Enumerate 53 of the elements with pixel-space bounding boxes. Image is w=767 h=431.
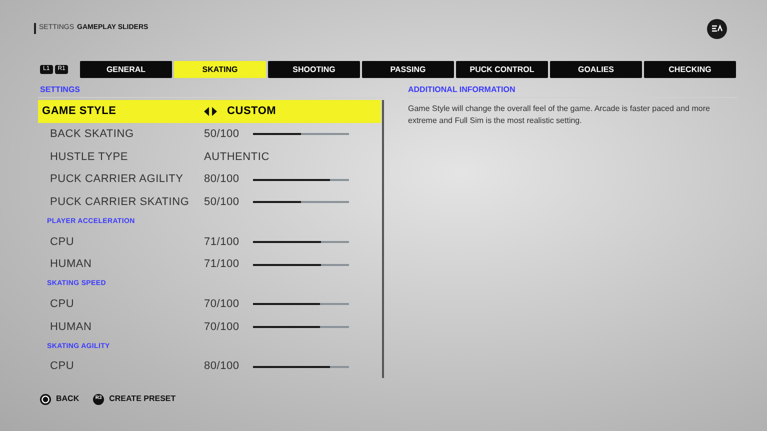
slider-track[interactable] xyxy=(253,240,349,243)
setting-value: 50/100 xyxy=(204,126,240,142)
setting-row[interactable]: CPU 70/100 xyxy=(38,292,381,316)
setting-value: 71/100 xyxy=(204,257,240,272)
setting-value: 70/100 xyxy=(204,297,240,312)
setting-label: CPU xyxy=(50,297,76,312)
setting-row[interactable]: PUCK CARRIER SKATING 50/100 xyxy=(38,191,381,214)
panel-title: SETTINGS xyxy=(40,84,80,96)
setting-label: GAME STYLE xyxy=(42,104,118,120)
footer-action[interactable]: CREATE PRESET xyxy=(109,393,176,405)
setting-value: 70/100 xyxy=(204,320,240,335)
info-text: Game Style will change the overall feel of the game. Arcade is faster paced and more extreme and Full Sim is the most realistic setting. xyxy=(408,103,711,127)
setting-value: 71/100 xyxy=(204,234,240,250)
logo-icon xyxy=(707,18,727,38)
setting-row[interactable]: BACK SKATING 50/100 xyxy=(38,122,381,146)
setting-label: HUMAN xyxy=(50,320,93,335)
slider-track[interactable] xyxy=(253,201,349,204)
left-right-arrows-icon xyxy=(204,106,217,116)
setting-row[interactable]: CPU 80/100 xyxy=(38,355,381,378)
setting-label: HUMAN xyxy=(50,257,93,272)
setting-value: 80/100 xyxy=(204,172,240,188)
setting-label: CPU xyxy=(50,234,76,250)
setting-row[interactable]: GAME STYLE CUSTOM xyxy=(38,100,381,123)
panel-title: ADDITIONAL INFORMATION xyxy=(408,84,516,96)
tab[interactable]: GENERAL xyxy=(80,61,172,78)
setting-label: HUSTLE TYPE xyxy=(50,150,130,165)
setting-row[interactable]: HUSTLE TYPE AUTHENTIC xyxy=(38,146,381,168)
slider-track[interactable] xyxy=(253,133,349,136)
tab[interactable]: PUCK CONTROL xyxy=(456,61,548,78)
setting-value: 50/100 xyxy=(204,195,240,210)
slider-track[interactable] xyxy=(253,303,349,306)
setting-row[interactable]: CPU 71/100 xyxy=(38,230,381,254)
scrollbar[interactable] xyxy=(382,100,384,378)
setting-value: AUTHENTIC xyxy=(204,150,270,165)
slider-track[interactable] xyxy=(253,366,349,368)
setting-row[interactable]: HUMAN 71/100 xyxy=(38,253,381,276)
slider-track[interactable] xyxy=(253,264,349,266)
tab[interactable]: SHOOTING xyxy=(268,61,360,78)
footer-action[interactable]: BACK xyxy=(56,393,80,405)
setting-row[interactable]: HUMAN 70/100 xyxy=(38,316,381,338)
setting-label: PUCK CARRIER SKATING xyxy=(50,195,190,210)
setting-value: 80/100 xyxy=(204,359,240,374)
slider-track[interactable] xyxy=(253,178,349,181)
tab[interactable]: GOALIES xyxy=(550,61,642,78)
tab[interactable]: PASSING xyxy=(362,61,454,78)
tab[interactable]: CHECKING xyxy=(644,61,736,78)
setting-value: CUSTOM xyxy=(227,104,276,120)
setting-label: PUCK CARRIER AGILITY xyxy=(50,172,184,188)
setting-label: BACK SKATING xyxy=(50,126,135,142)
circle-button-icon xyxy=(40,394,51,404)
setting-row[interactable]: PUCK CARRIER AGILITY 80/100 xyxy=(38,168,381,191)
setting-label: CPU xyxy=(50,359,76,374)
tab[interactable]: SKATING xyxy=(174,61,266,78)
